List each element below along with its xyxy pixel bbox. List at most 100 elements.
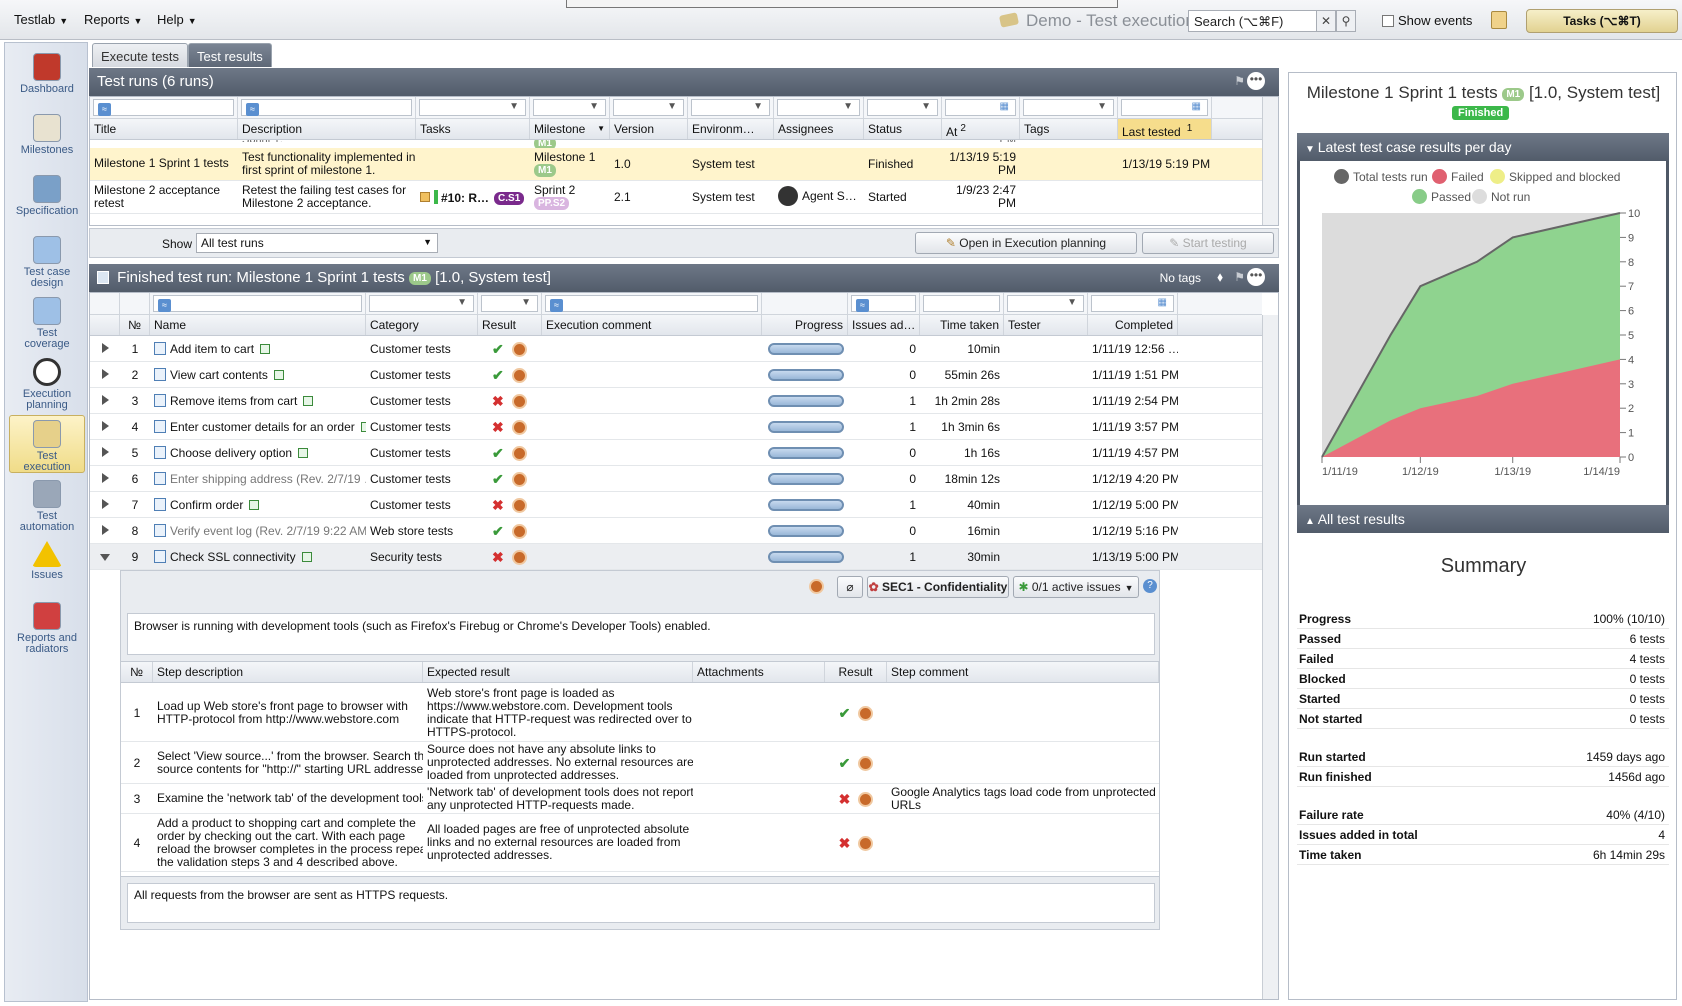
task-label[interactable]: #10: R…	[441, 191, 489, 205]
runs-scrollbar[interactable]	[1262, 97, 1278, 225]
column-filter-input[interactable]: ▼	[867, 99, 938, 116]
case-name[interactable]: Check SSL connectivity	[170, 550, 296, 564]
start-testing-button[interactable]: ✎ Start testing	[1142, 232, 1274, 254]
column-filter-input[interactable]: ≈	[241, 99, 412, 116]
show-events-checkbox[interactable]: Show events	[1382, 13, 1472, 28]
column-header-tester[interactable]: Tester	[1004, 315, 1088, 335]
column-header-issuesad[interactable]: Issues ad…	[848, 315, 920, 335]
filter-icon[interactable]: ⚑	[1234, 270, 1245, 284]
help-icon[interactable]: ?	[1143, 579, 1157, 593]
expand-toggle-icon[interactable]	[101, 369, 109, 379]
column-filter-input[interactable]: ▼	[481, 295, 538, 312]
column-header-timetaken[interactable]: Time taken	[920, 315, 1004, 335]
expand-toggle-icon[interactable]	[101, 525, 109, 535]
column-header-version[interactable]: Version	[610, 119, 688, 139]
menu-reports[interactable]: Reports ▼	[84, 12, 142, 27]
filter-mode-icon[interactable]: ≈	[98, 103, 111, 116]
step-column-header[interactable]: Expected result	[423, 662, 693, 682]
cases-scrollbar[interactable]	[1262, 315, 1278, 999]
case-name[interactable]: Add item to cart	[170, 342, 254, 356]
column-filter-input[interactable]	[923, 295, 1000, 312]
column-filter-input[interactable]: ≈	[153, 295, 362, 312]
column-filter-input[interactable]: ≈	[851, 295, 916, 312]
column-header-environm[interactable]: Environm…	[688, 119, 774, 139]
column-header-at[interactable]: At 2	[942, 119, 1020, 139]
column-header-assignees[interactable]: Assignees	[774, 119, 864, 139]
open-link-icon[interactable]	[260, 344, 271, 354]
filter-mode-icon[interactable]: ≈	[550, 299, 563, 312]
sidebar-item-clock[interactable]: Execution planning	[9, 354, 85, 412]
column-header-milestone[interactable]: Milestone ▼	[530, 119, 610, 139]
open-link-icon[interactable]	[301, 552, 312, 562]
window-grip[interactable]	[566, 0, 1118, 8]
column-header-completed[interactable]: Completed	[1088, 315, 1178, 335]
calendar-icon[interactable]: ▦	[1000, 101, 1009, 112]
case-name[interactable]: Remove items from cart	[170, 394, 297, 408]
search-icon[interactable]: ⚲	[1336, 10, 1356, 32]
step-column-header[interactable]: Step description	[153, 662, 423, 682]
step-row[interactable]: 4 Add a product to shopping cart and comp…	[121, 814, 1159, 872]
sidebar-item-automation[interactable]: Test automation	[9, 476, 85, 534]
case-name[interactable]: Choose delivery option	[170, 446, 292, 460]
column-header-[interactable]: №	[120, 315, 150, 335]
column-header-name[interactable]: Name	[150, 315, 366, 335]
column-header-title[interactable]: Title	[90, 119, 238, 139]
step-row[interactable]: 1 Load up Web store's front page to brows…	[121, 684, 1159, 742]
more-options-icon[interactable]: •••	[1247, 72, 1265, 90]
open-link-icon[interactable]	[303, 396, 314, 406]
step-column-header[interactable]: Step comment	[887, 662, 1159, 682]
column-header-result[interactable]: Result	[478, 315, 542, 335]
column-header-status[interactable]: Status	[864, 119, 942, 139]
sidebar-item-specification[interactable]: Specification	[9, 171, 85, 229]
filter-mode-icon[interactable]: ≈	[158, 299, 171, 312]
column-filter-input[interactable]: ▼	[777, 99, 860, 116]
step-column-header[interactable]: Attachments	[693, 662, 825, 682]
column-filter-input[interactable]: ▼	[533, 99, 606, 116]
expand-toggle-icon[interactable]	[101, 473, 109, 483]
column-filter-input[interactable]: ▦	[1091, 295, 1174, 312]
more-options-icon[interactable]: •••	[1247, 268, 1265, 286]
test-case-row[interactable]: 4 Enter customer details for an order Cust…	[90, 414, 1262, 440]
all-results-section-header[interactable]: ▲ All test results	[1297, 505, 1669, 533]
chart-section-header[interactable]: ▼ Latest test case results per day	[1297, 133, 1669, 161]
case-name[interactable]: Enter shipping address (Rev. 2/7/19 …	[170, 472, 366, 486]
tab-test-results[interactable]: Test results	[188, 43, 272, 67]
expand-toggle-icon[interactable]	[101, 395, 109, 405]
column-header-progress[interactable]: Progress	[762, 315, 848, 335]
sidebar-item-warning[interactable]: Issues	[9, 537, 85, 595]
column-filter-input[interactable]: ▼	[691, 99, 770, 116]
case-name[interactable]: Enter customer details for an order	[170, 420, 355, 434]
column-filter-input[interactable]: ▼	[613, 99, 684, 116]
expand-toggle-icon[interactable]	[101, 343, 109, 353]
calendar-icon[interactable]: ▦	[1158, 297, 1167, 308]
filter-mode-icon[interactable]: ≈	[246, 103, 259, 116]
step-column-header[interactable]: Result	[825, 662, 887, 682]
column-header-description[interactable]: Description	[238, 119, 416, 139]
expand-toggle-icon[interactable]	[100, 554, 110, 561]
expected-result-field[interactable]: All requests from the browser are sent a…	[127, 883, 1155, 923]
open-link-icon[interactable]	[273, 370, 284, 380]
column-filter-input[interactable]: ▼	[1007, 295, 1084, 312]
open-link-icon[interactable]	[298, 448, 309, 458]
step-row[interactable]: 2 Select 'View source...' from the browse…	[121, 742, 1159, 784]
test-case-row[interactable]: 1 Add item to cart Customer tests ✔ 0 10min 1/…	[90, 336, 1262, 362]
test-case-row[interactable]: 2 View cart contents Customer tests ✔ 0 55min…	[90, 362, 1262, 388]
case-name[interactable]: Verify event log (Rev. 2/7/19 9:22 AM…	[170, 524, 366, 538]
column-header-tasks[interactable]: Tasks	[416, 119, 530, 139]
column-header-tags[interactable]: Tags	[1020, 119, 1118, 139]
test-case-row[interactable]: 6 Enter shipping address (Rev. 2/7/19 … Cu…	[90, 466, 1262, 492]
sidebar-item-milestones[interactable]: Milestones	[9, 110, 85, 168]
test-case-row[interactable]: 7 Confirm order Customer tests ✖ 1 40min 1/12/…	[90, 492, 1262, 518]
sidebar-item-coverage[interactable]: Test coverage	[9, 293, 85, 351]
step-row[interactable]: 3 Examine the 'network tab' of the develo…	[121, 784, 1159, 814]
column-header-lasttested[interactable]: Last tested 1	[1118, 119, 1212, 139]
test-run-row[interactable]: Milestone 2 acceptance retest Retest the f…	[90, 181, 1262, 214]
column-filter-input[interactable]: ≈	[93, 99, 234, 116]
column-header-executioncomment[interactable]: Execution comment	[542, 315, 762, 335]
test-case-row[interactable]: 9 Check SSL connectivity Security tests ✖ 1 3…	[90, 544, 1262, 570]
calendar-icon[interactable]: ▦	[1192, 101, 1201, 112]
column-filter-input[interactable]: ▼	[419, 99, 526, 116]
test-case-row[interactable]: 8 Verify event log (Rev. 2/7/19 9:22 AM… W…	[90, 518, 1262, 544]
filter-icon[interactable]: ⚑	[1234, 74, 1245, 88]
column-filter-input[interactable]: ▦	[1121, 99, 1208, 116]
